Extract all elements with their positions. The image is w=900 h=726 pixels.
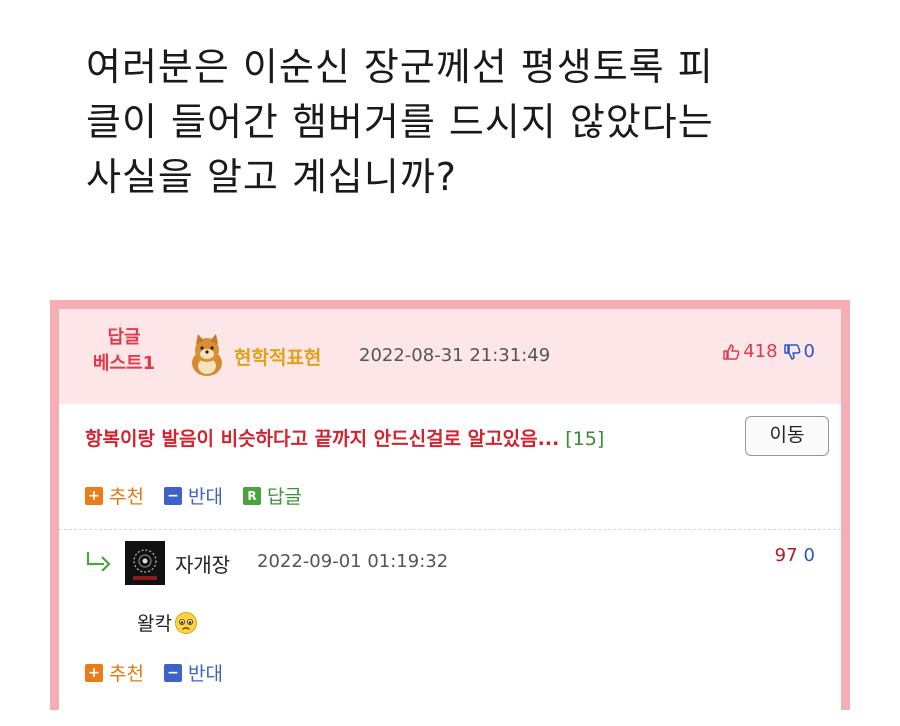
- headline: 여러분은 이순신 장군께선 평생토록 피 클이 들어간 햄버거를 드시지 않았다…: [86, 40, 846, 205]
- headline-line-3: 사실을 알고 계십니까?: [86, 155, 457, 199]
- best-comment-header: 답글 베스트1 현학적표현 2022-08-31 21:31:49 418 0: [59, 309, 841, 404]
- reply-recommend-button[interactable]: + 추천: [85, 659, 144, 686]
- headline-line-2: 클이 들어간 햄버거를 드시지 않았다는: [86, 100, 714, 144]
- plus-icon: +: [85, 663, 103, 682]
- thumbs-up-icon[interactable]: [722, 343, 740, 361]
- best-reply-badge: 답글 베스트1: [79, 325, 169, 377]
- recommend-button[interactable]: + 추천: [85, 482, 144, 509]
- best-comment-text: 항복이랑 발음이 비슷하다고 끝까지 안드신걸로 알고있음...: [85, 428, 560, 450]
- reply-button[interactable]: R 답글: [242, 482, 302, 509]
- best-upvote-count: 418: [743, 341, 778, 362]
- reply-upvote-count[interactable]: 97: [775, 545, 798, 566]
- reply-oppose-button[interactable]: − 반대: [163, 659, 223, 686]
- headline-line-1: 여러분은 이순신 장군께선 평생토록 피: [86, 45, 714, 89]
- best-comment-actions: + 추천 − 반대 R 답글: [85, 482, 302, 509]
- reply-label: 답글: [266, 486, 302, 508]
- recommend-label: 추천: [109, 486, 144, 508]
- best-comment-datetime: 2022-08-31 21:31:49: [359, 345, 551, 366]
- reply-votes: 97 0: [775, 545, 815, 566]
- reply-count[interactable]: [15]: [565, 428, 604, 450]
- shiba-avatar-icon[interactable]: [187, 333, 227, 377]
- teary-face-emoji-icon: [174, 611, 197, 634]
- oppose-label: 반대: [187, 486, 223, 508]
- profile-avatar-icon[interactable]: [125, 541, 165, 585]
- reply-downvote-count[interactable]: 0: [804, 545, 815, 566]
- reply-actions: + 추천 − 반대: [85, 659, 223, 686]
- thumbs-down-icon[interactable]: [783, 343, 801, 361]
- reply-text-line: 왈칵: [137, 609, 198, 636]
- recommend-label: 추천: [109, 663, 144, 685]
- best-badge-line-1: 답글: [107, 327, 141, 348]
- comment-card: 답글 베스트1 현학적표현 2022-08-31 21:31:49 418 0: [50, 300, 850, 710]
- best-downvote-count: 0: [803, 341, 815, 362]
- reply-r-icon: R: [242, 486, 261, 505]
- move-button[interactable]: 이동: [745, 416, 829, 456]
- reply-arrow-icon: [86, 552, 111, 571]
- best-comment-author[interactable]: 현학적표현: [234, 343, 321, 370]
- minus-icon: −: [163, 486, 182, 505]
- divider: [59, 529, 841, 530]
- best-comment-votes: 418 0: [722, 341, 815, 362]
- oppose-label: 반대: [187, 663, 223, 685]
- best-badge-line-2: 베스트1: [92, 353, 156, 374]
- best-comment-body: 항복이랑 발음이 비슷하다고 끝까지 안드신걸로 알고있음... [15] 이동 …: [59, 404, 841, 532]
- oppose-button[interactable]: − 반대: [163, 482, 223, 509]
- reply-author[interactable]: 자개장: [175, 549, 230, 578]
- reply-datetime: 2022-09-01 01:19:32: [257, 551, 449, 572]
- plus-icon: +: [85, 486, 103, 505]
- best-comment-text-line: 항복이랑 발음이 비슷하다고 끝까지 안드신걸로 알고있음... [15]: [85, 424, 604, 451]
- minus-icon: −: [163, 663, 182, 682]
- reply-text: 왈칵: [137, 613, 172, 635]
